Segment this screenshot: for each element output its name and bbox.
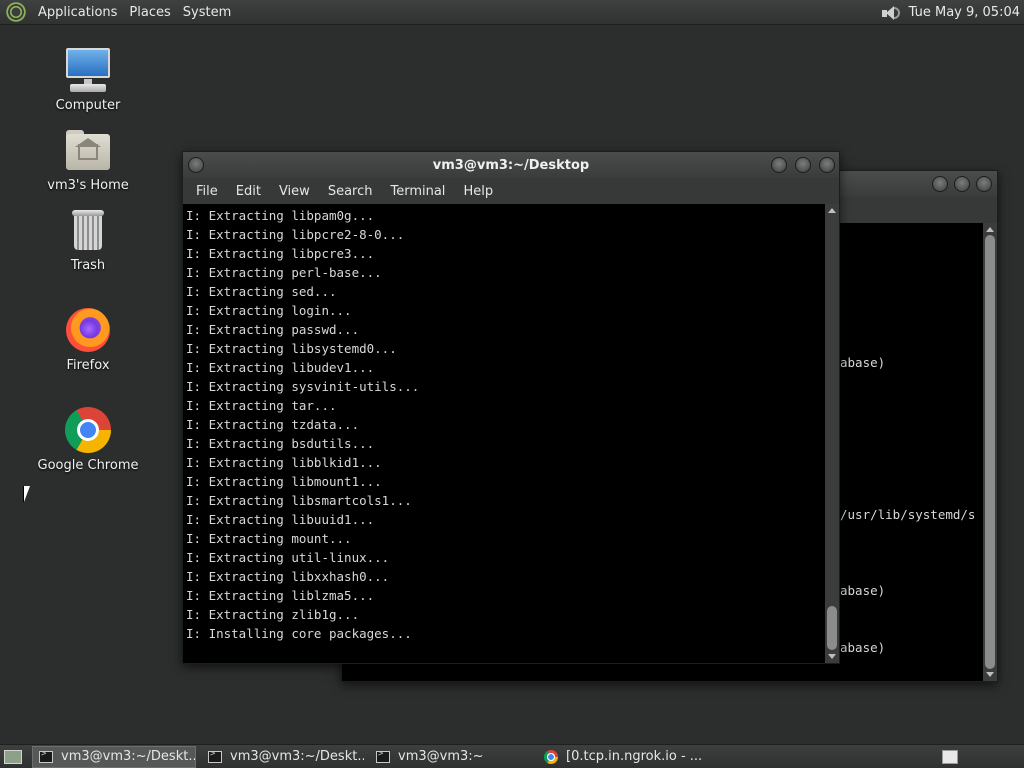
home-folder-icon	[64, 126, 112, 174]
terminal-line: I: Extracting libmount1...	[186, 474, 382, 489]
taskbar-task[interactable]: [0.tcp.in.ngrok.io - ...	[538, 746, 718, 768]
desktop-icon-label: vm3's Home	[47, 178, 129, 193]
clock[interactable]: Tue May 9, 05:04	[909, 5, 1020, 20]
chrome-icon	[544, 749, 558, 764]
top-panel: Applications Places System Tue May 9, 05…	[0, 0, 1024, 25]
window-title: vm3@vm3:~/Desktop	[432, 157, 590, 173]
terminal-line: I: Extracting sysvinit-utils...	[186, 379, 420, 394]
workspace-switcher-icon[interactable]	[942, 750, 958, 764]
terminal-line: I: Extracting libblkid1...	[186, 455, 382, 470]
maximize-button[interactable]	[954, 176, 970, 192]
terminal-line: abase)	[840, 583, 886, 598]
menu-help[interactable]: Help	[454, 184, 502, 199]
places-menu[interactable]: Places	[123, 5, 176, 20]
menu-search[interactable]: Search	[319, 184, 382, 199]
desktop-icon-home[interactable]: vm3's Home	[33, 126, 143, 193]
desktop-icon-computer[interactable]: Computer	[33, 46, 143, 113]
taskbar-task[interactable]: vm3@vm3:~/Deskt...	[202, 746, 364, 768]
chrome-icon	[64, 406, 112, 454]
terminal-line: I: Extracting tar...	[186, 398, 337, 413]
scroll-down-arrow-icon[interactable]	[986, 672, 994, 677]
task-label: [0.tcp.in.ngrok.io - ...	[566, 749, 703, 764]
terminal-icon	[376, 749, 390, 763]
desktop-icon-label: Firefox	[66, 358, 110, 373]
front-terminal-window[interactable]: vm3@vm3:~/Desktop File Edit View Search …	[182, 151, 840, 664]
front-window-titlebar[interactable]: vm3@vm3:~/Desktop	[183, 152, 839, 178]
back-scrollbar[interactable]	[983, 223, 997, 681]
terminal-line: I: Extracting libsystemd0...	[186, 341, 397, 356]
terminal-line: abase)	[840, 355, 886, 370]
desktop-icon-trash[interactable]: Trash	[33, 206, 143, 273]
terminal-icon	[208, 749, 222, 763]
menu-edit[interactable]: Edit	[227, 184, 270, 199]
scroll-up-arrow-icon[interactable]	[828, 208, 836, 213]
terminal-line: I: Extracting liblzma5...	[186, 588, 375, 603]
terminal-line: I: Extracting libxxhash0...	[186, 569, 390, 584]
speaker-icon[interactable]	[879, 4, 901, 22]
terminal-line: I: Extracting tzdata...	[186, 417, 360, 432]
terminal-line: abase)	[840, 640, 886, 655]
system-menu[interactable]: System	[177, 5, 237, 20]
terminal-line: I: Extracting util-linux...	[186, 550, 390, 565]
desktop-icon-firefox[interactable]: Firefox	[33, 306, 143, 373]
terminal-icon	[39, 749, 53, 763]
terminal-line: I: Extracting libudev1...	[186, 360, 375, 375]
terminal-line: I: Extracting passwd...	[186, 322, 360, 337]
front-scrollbar[interactable]	[825, 204, 839, 663]
menu-view[interactable]: View	[270, 184, 319, 199]
window-menu-button[interactable]	[188, 157, 204, 173]
terminal-line: I: Extracting libpam0g...	[186, 208, 375, 223]
task-label: vm3@vm3:~/Deskt...	[230, 749, 364, 764]
terminal-line: I: Extracting mount...	[186, 531, 352, 546]
task-label: vm3@vm3:~/Deskt...	[61, 749, 196, 764]
minimize-button[interactable]	[771, 157, 787, 173]
task-label: vm3@vm3:~	[398, 749, 484, 764]
applications-menu[interactable]: Applications	[32, 5, 123, 20]
front-window-menubar: File Edit View Search Terminal Help	[183, 178, 839, 204]
front-terminal-output[interactable]: I: Extracting libpam0g... I: Extracting …	[183, 204, 839, 663]
taskbar-task[interactable]: vm3@vm3:~/Deskt...	[32, 745, 196, 768]
mouse-cursor-icon	[23, 486, 30, 502]
terminal-line: I: Extracting libpcre2-8-0...	[186, 227, 405, 242]
scroll-down-arrow-icon[interactable]	[828, 654, 836, 659]
terminal-line: I: Installing core packages...	[186, 626, 412, 641]
terminal-line: I: Extracting perl-base...	[186, 265, 382, 280]
terminal-line: I: Extracting libpcre3...	[186, 246, 375, 261]
close-button[interactable]	[819, 157, 835, 173]
trash-icon	[64, 206, 112, 254]
terminal-line: /usr/lib/systemd/s	[840, 507, 976, 522]
taskbar-task[interactable]: vm3@vm3:~	[370, 746, 532, 768]
terminal-line: I: Extracting libsmartcols1...	[186, 493, 412, 508]
desktop-icon-label: Computer	[55, 98, 121, 113]
scroll-up-arrow-icon[interactable]	[986, 227, 994, 232]
panel-tray: Tue May 9, 05:04	[879, 0, 1020, 25]
show-desktop-icon[interactable]	[4, 749, 22, 764]
desktop-icon-label: Google Chrome	[37, 458, 139, 473]
desktop-icon-label: Trash	[70, 258, 106, 273]
terminal-line: I: Extracting bsdutils...	[186, 436, 375, 451]
computer-icon	[64, 46, 112, 94]
scroll-thumb[interactable]	[827, 606, 837, 650]
firefox-icon	[64, 306, 112, 354]
terminal-line: I: Extracting libuuid1...	[186, 512, 375, 527]
minimize-button[interactable]	[932, 176, 948, 192]
terminal-line: I: Extracting login...	[186, 303, 352, 318]
menu-terminal[interactable]: Terminal	[381, 184, 454, 199]
maximize-button[interactable]	[795, 157, 811, 173]
close-button[interactable]	[976, 176, 992, 192]
menu-file[interactable]: File	[187, 184, 227, 199]
scroll-thumb[interactable]	[985, 235, 995, 669]
bottom-taskbar: vm3@vm3:~/Deskt... vm3@vm3:~/Deskt... vm…	[0, 744, 1024, 768]
terminal-line: I: Extracting zlib1g...	[186, 607, 360, 622]
desktop-icon-chrome[interactable]: Google Chrome	[33, 406, 143, 473]
distro-logo-icon[interactable]	[6, 2, 26, 22]
terminal-line: I: Extracting sed...	[186, 284, 337, 299]
